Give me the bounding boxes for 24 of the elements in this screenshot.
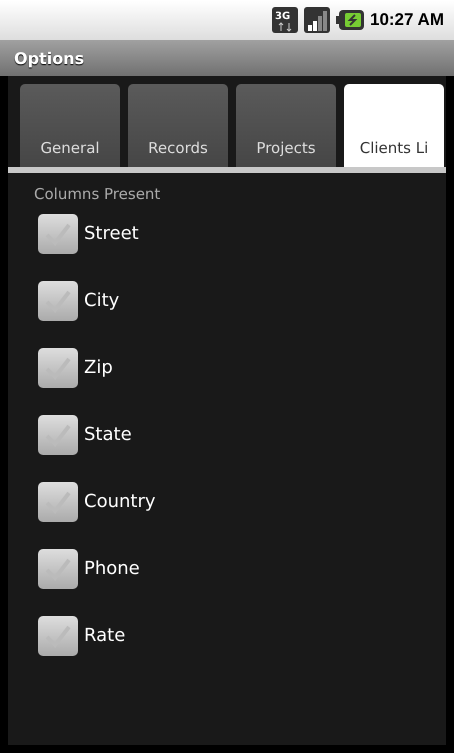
- checkbox-label: Phone: [84, 558, 140, 579]
- check-icon: [44, 556, 72, 580]
- battery-icon: [336, 10, 364, 30]
- clock-time: 10:27 AM: [370, 10, 444, 30]
- checkbox-label: Street: [84, 223, 139, 244]
- signal-icon: [304, 7, 330, 33]
- checkbox-label: City: [84, 290, 120, 311]
- check-icon: [44, 422, 72, 446]
- check-icon: [44, 222, 72, 246]
- network-icon: 3G: [272, 7, 298, 33]
- screen-title: Options: [14, 48, 84, 68]
- tab[interactable]: General: [20, 84, 120, 167]
- tab[interactable]: Projects: [236, 84, 336, 167]
- tab[interactable]: Records: [128, 84, 228, 167]
- checkbox-label: Country: [84, 491, 156, 512]
- checkbox-label: Rate: [84, 625, 126, 646]
- checkbox-label: State: [84, 424, 132, 445]
- section-heading: Columns Present: [34, 185, 160, 203]
- check-icon: [44, 356, 72, 380]
- checkbox-label: Zip: [84, 357, 113, 378]
- tab[interactable]: Clients Li: [344, 84, 444, 167]
- check-icon: [44, 288, 72, 312]
- check-icon: [44, 490, 72, 514]
- check-icon: [44, 624, 72, 648]
